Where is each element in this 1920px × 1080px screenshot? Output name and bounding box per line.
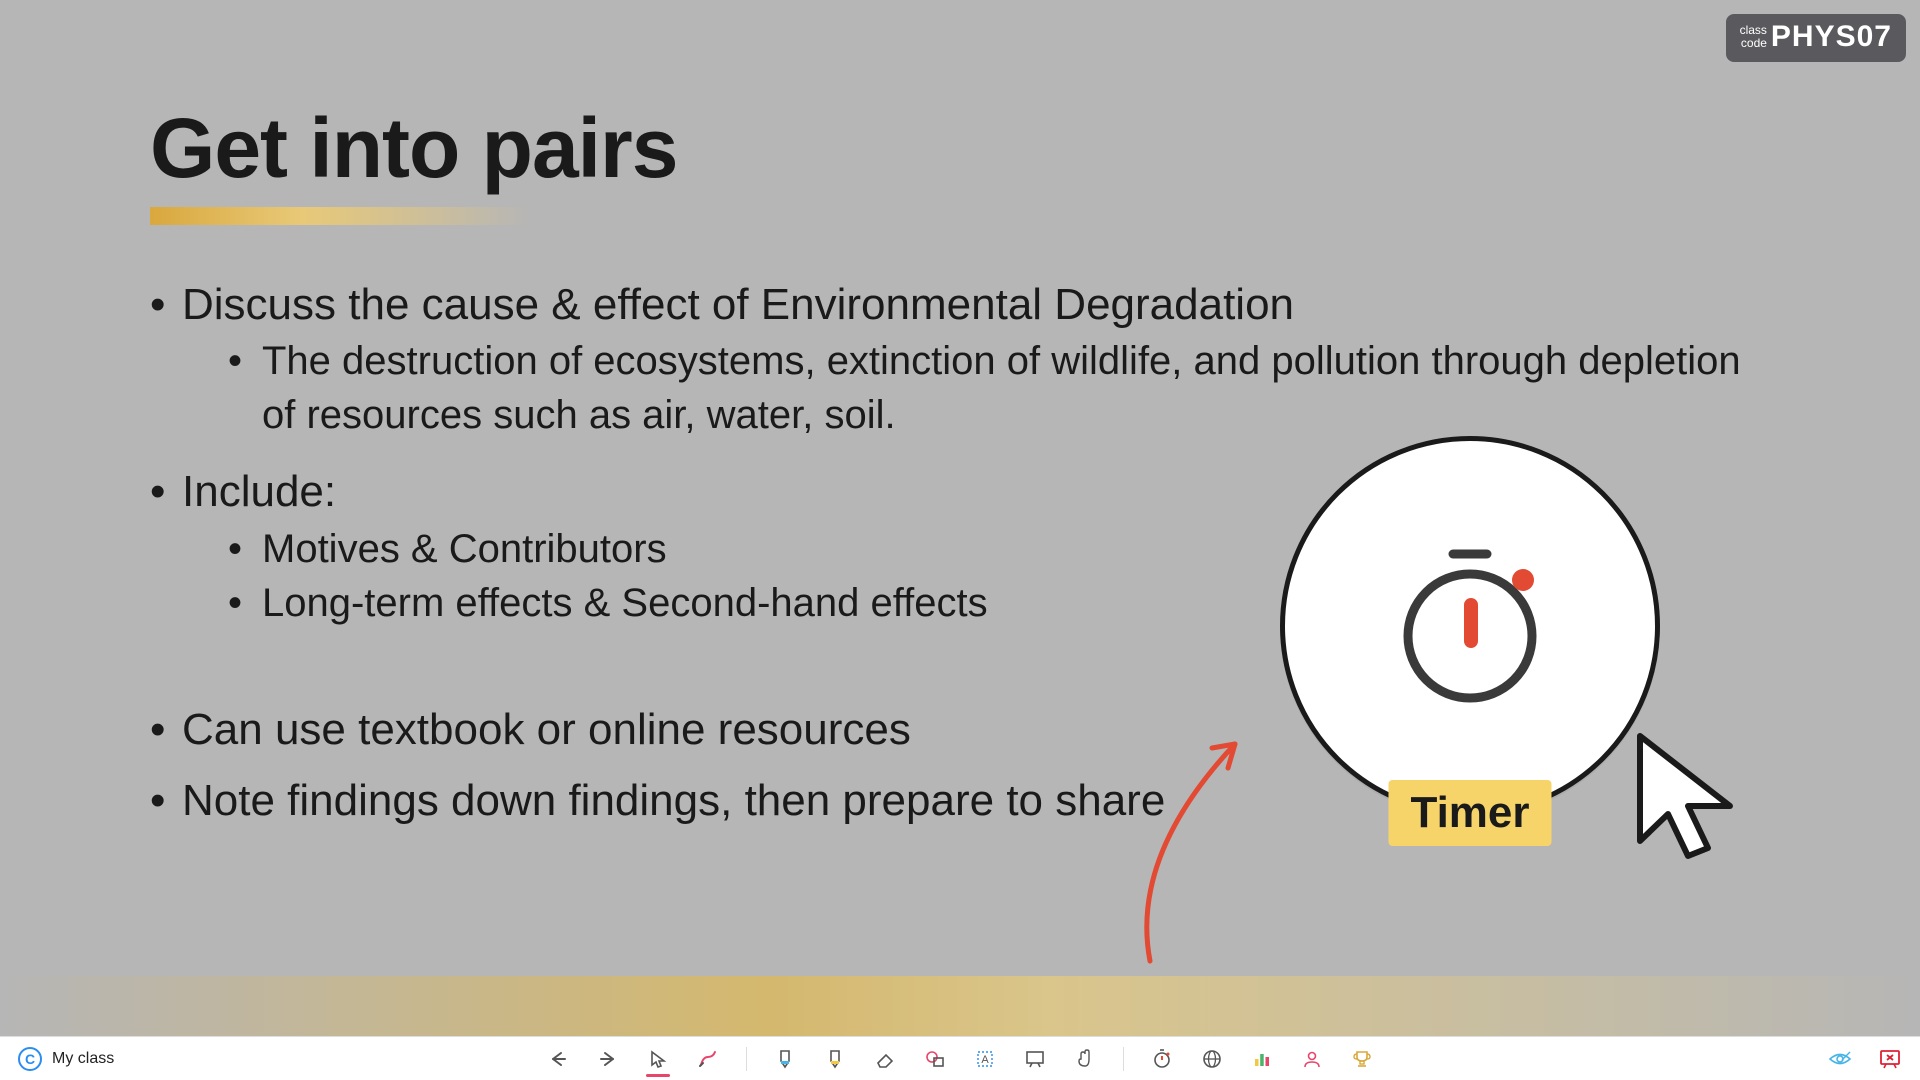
bottom-gradient — [0, 976, 1920, 1036]
back-button[interactable] — [546, 1047, 570, 1071]
drag-hand-button[interactable] — [1073, 1047, 1097, 1071]
timer-label: Timer — [1388, 780, 1551, 846]
timer-button[interactable] — [1150, 1047, 1174, 1071]
shapes-button[interactable] — [923, 1047, 947, 1071]
slide-area: class code PHYS07 Get into pairs Discuss… — [0, 0, 1920, 1036]
toolbar-left: C My class — [18, 1047, 114, 1071]
highlighter-yellow-button[interactable] — [823, 1047, 847, 1071]
bullet-1-text: Discuss the cause & effect of Environmen… — [182, 280, 1294, 329]
bottom-toolbar: C My class A — [0, 1036, 1920, 1080]
bullet-1: Discuss the cause & effect of Environmen… — [150, 275, 1770, 442]
random-student-button[interactable] — [1300, 1047, 1324, 1071]
class-code-value: PHYS07 — [1771, 20, 1892, 54]
app-logo-icon[interactable]: C — [18, 1047, 42, 1071]
callout-arrow-icon — [1120, 726, 1260, 966]
exit-presentation-button[interactable] — [1878, 1047, 1902, 1071]
title-underline — [150, 207, 530, 225]
toolbar-right — [1828, 1047, 1902, 1071]
highlighter-blue-button[interactable] — [773, 1047, 797, 1071]
draw-tool-button[interactable] — [696, 1047, 720, 1071]
my-class-label[interactable]: My class — [52, 1050, 114, 1068]
forward-button[interactable] — [596, 1047, 620, 1071]
svg-text:A: A — [981, 1054, 989, 1066]
trophy-button[interactable] — [1350, 1047, 1374, 1071]
page-title: Get into pairs — [150, 100, 1770, 197]
class-code-badge: class code PHYS07 — [1726, 14, 1906, 62]
cursor-icon — [1630, 726, 1750, 866]
timer-callout: Timer — [1280, 436, 1660, 816]
visibility-button[interactable] — [1828, 1047, 1852, 1071]
poll-button[interactable] — [1250, 1047, 1274, 1071]
timer-circle[interactable] — [1280, 436, 1660, 816]
text-box-button[interactable]: A — [973, 1047, 997, 1071]
class-code-label: class code — [1740, 24, 1767, 50]
eraser-button[interactable] — [873, 1047, 897, 1071]
pointer-tool-button[interactable] — [646, 1047, 670, 1071]
bullet-1a: The destruction of ecosystems, extinctio… — [222, 334, 1770, 442]
whiteboard-button[interactable] — [1023, 1047, 1047, 1071]
toolbar-separator — [746, 1047, 747, 1071]
bullet-2-text: Include: — [182, 467, 336, 516]
web-button[interactable] — [1200, 1047, 1224, 1071]
toolbar-center: A — [546, 1047, 1374, 1071]
stopwatch-icon — [1395, 546, 1545, 706]
toolbar-separator — [1123, 1047, 1124, 1071]
